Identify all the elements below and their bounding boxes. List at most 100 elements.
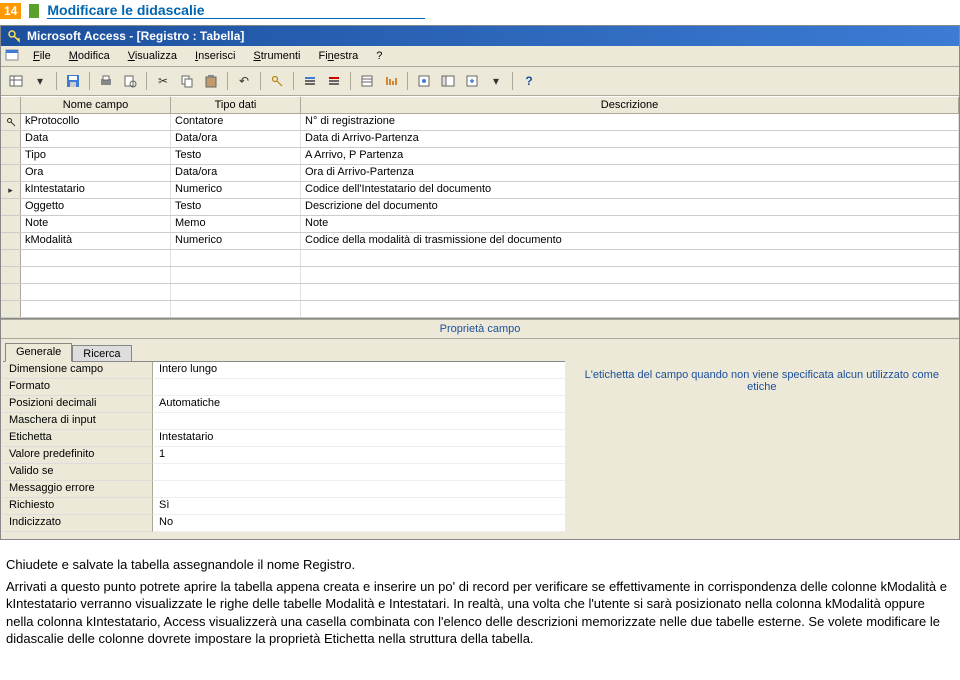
key-button[interactable] [266, 70, 288, 92]
property-value[interactable]: Sì [153, 498, 565, 515]
field-desc-cell[interactable]: Descrizione del documento [301, 199, 959, 215]
property-value[interactable]: No [153, 515, 565, 532]
row-selector[interactable] [1, 131, 21, 147]
field-name-cell[interactable] [21, 301, 171, 317]
field-type-cell[interactable]: Numerico [171, 182, 301, 198]
preview-button[interactable] [119, 70, 141, 92]
property-value[interactable]: Automatiche [153, 396, 565, 413]
field-name-cell[interactable]: Note [21, 216, 171, 232]
col-header-desc[interactable]: Descrizione [301, 97, 959, 113]
col-header-name[interactable]: Nome campo [21, 97, 171, 113]
table-row[interactable]: OraData/oraOra di Arrivo-Partenza [1, 165, 959, 182]
field-type-cell[interactable] [171, 250, 301, 266]
field-type-cell[interactable]: Testo [171, 199, 301, 215]
table-row[interactable]: kModalitàNumericoCodice della modalità d… [1, 233, 959, 250]
db-window-button[interactable] [437, 70, 459, 92]
row-selector[interactable]: ▸ [1, 182, 21, 198]
property-value[interactable]: Intero lungo [153, 362, 565, 379]
field-name-cell[interactable]: kModalità [21, 233, 171, 249]
build-button[interactable] [413, 70, 435, 92]
table-row[interactable]: OggettoTestoDescrizione del documento [1, 199, 959, 216]
table-row-empty[interactable] [1, 250, 959, 267]
dropdown-arrow-icon[interactable]: ▾ [29, 70, 51, 92]
field-name-cell[interactable]: Oggetto [21, 199, 171, 215]
field-desc-cell[interactable]: Codice della modalità di trasmissione de… [301, 233, 959, 249]
field-type-cell[interactable]: Testo [171, 148, 301, 164]
field-desc-cell[interactable]: N° di registrazione [301, 114, 959, 130]
child-window-icon[interactable] [5, 48, 19, 62]
field-desc-cell[interactable]: Data di Arrivo-Partenza [301, 131, 959, 147]
property-value[interactable]: Intestatario [153, 430, 565, 447]
field-desc-cell[interactable]: Ora di Arrivo-Partenza [301, 165, 959, 181]
field-name-cell[interactable] [21, 267, 171, 283]
undo-button[interactable]: ↶ [233, 70, 255, 92]
table-row-empty[interactable] [1, 284, 959, 301]
table-row[interactable]: NoteMemoNote [1, 216, 959, 233]
menu-file[interactable]: File [25, 48, 59, 64]
field-type-cell[interactable] [171, 267, 301, 283]
field-type-cell[interactable] [171, 284, 301, 300]
table-row-empty[interactable] [1, 267, 959, 284]
field-desc-cell[interactable]: Codice dell'Intestatario del documento [301, 182, 959, 198]
print-button[interactable] [95, 70, 117, 92]
save-button[interactable] [62, 70, 84, 92]
menu-finestra[interactable]: Finestra [311, 48, 367, 64]
field-name-cell[interactable]: kIntestatario [21, 182, 171, 198]
field-name-cell[interactable]: Ora [21, 165, 171, 181]
new-object-button[interactable] [461, 70, 483, 92]
field-desc-cell[interactable] [301, 267, 959, 283]
table-row-empty[interactable] [1, 301, 959, 318]
field-type-cell[interactable]: Contatore [171, 114, 301, 130]
row-selector[interactable] [1, 267, 21, 283]
table-row[interactable]: TipoTestoA Arrivo, P Partenza [1, 148, 959, 165]
menu-inserisci[interactable]: Inserisci [187, 48, 243, 64]
row-selector[interactable] [1, 216, 21, 232]
field-type-cell[interactable]: Data/ora [171, 131, 301, 147]
property-value[interactable] [153, 379, 565, 396]
properties-button[interactable] [356, 70, 378, 92]
field-name-cell[interactable]: Tipo [21, 148, 171, 164]
field-type-cell[interactable] [171, 301, 301, 317]
property-value[interactable] [153, 464, 565, 481]
indexes-button[interactable] [380, 70, 402, 92]
row-selector[interactable] [1, 114, 21, 130]
field-desc-cell[interactable] [301, 250, 959, 266]
table-row[interactable]: kProtocolloContatoreN° di registrazione [1, 114, 959, 131]
row-selector[interactable] [1, 233, 21, 249]
menu-help[interactable]: ? [368, 48, 390, 64]
property-value[interactable] [153, 481, 565, 498]
field-name-cell[interactable] [21, 250, 171, 266]
insert-rows-button[interactable] [299, 70, 321, 92]
row-selector[interactable] [1, 301, 21, 317]
field-desc-cell[interactable]: A Arrivo, P Partenza [301, 148, 959, 164]
view-button[interactable] [5, 70, 27, 92]
property-value[interactable] [153, 413, 565, 430]
cut-button[interactable]: ✂ [152, 70, 174, 92]
field-type-cell[interactable]: Data/ora [171, 165, 301, 181]
tab-lookup[interactable]: Ricerca [72, 345, 131, 361]
row-selector-header[interactable] [1, 97, 21, 113]
menu-modifica[interactable]: Modifica [61, 48, 118, 64]
table-row[interactable]: DataData/oraData di Arrivo-Partenza [1, 131, 959, 148]
field-name-cell[interactable]: kProtocollo [21, 114, 171, 130]
row-selector[interactable] [1, 250, 21, 266]
field-name-cell[interactable] [21, 284, 171, 300]
field-desc-cell[interactable]: Note [301, 216, 959, 232]
copy-button[interactable] [176, 70, 198, 92]
row-selector[interactable] [1, 199, 21, 215]
field-desc-cell[interactable] [301, 301, 959, 317]
table-row[interactable]: ▸kIntestatarioNumericoCodice dell'Intest… [1, 182, 959, 199]
menu-strumenti[interactable]: Strumenti [245, 48, 308, 64]
property-value[interactable]: 1 [153, 447, 565, 464]
paste-button[interactable] [200, 70, 222, 92]
field-name-cell[interactable]: Data [21, 131, 171, 147]
field-desc-cell[interactable] [301, 284, 959, 300]
col-header-type[interactable]: Tipo dati [171, 97, 301, 113]
field-type-cell[interactable]: Numerico [171, 233, 301, 249]
help-button[interactable]: ? [518, 70, 540, 92]
row-selector[interactable] [1, 148, 21, 164]
row-selector[interactable] [1, 284, 21, 300]
menu-visualizza[interactable]: Visualizza [120, 48, 185, 64]
delete-rows-button[interactable] [323, 70, 345, 92]
row-selector[interactable] [1, 165, 21, 181]
